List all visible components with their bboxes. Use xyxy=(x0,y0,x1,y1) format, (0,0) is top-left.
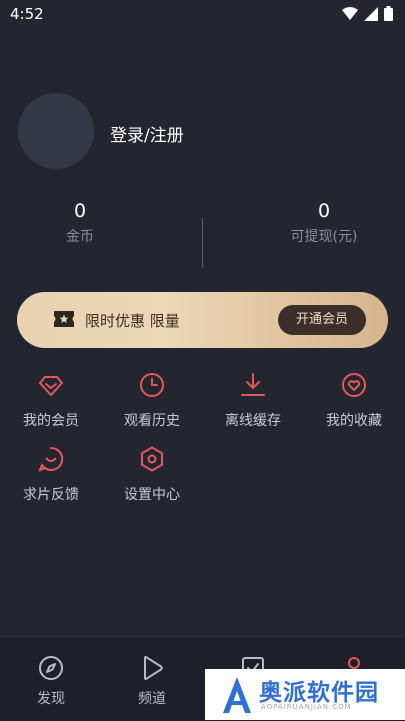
menu-label-request-feedback: 求片反馈 xyxy=(23,487,79,503)
battery-icon xyxy=(384,6,393,21)
play-icon xyxy=(144,656,163,680)
menu-label-my-vip: 我的会员 xyxy=(23,413,79,429)
coins-stat[interactable]: 0 金币 xyxy=(0,198,180,246)
tab-channels[interactable]: 频道 xyxy=(112,655,192,708)
settings-icon xyxy=(141,446,163,472)
menu-label-watch-history: 观看历史 xyxy=(124,413,180,429)
watermark-subtitle: AOPAIRUANJIAN.COM xyxy=(261,703,352,711)
coins-label: 金币 xyxy=(66,229,94,245)
menu-label-offline-cache: 离线缓存 xyxy=(225,413,281,429)
status-bar: 4:52 xyxy=(0,0,405,28)
cash-stat[interactable]: 0 可提现(元) xyxy=(224,198,405,246)
download-icon xyxy=(241,373,265,396)
watermark-logo-icon xyxy=(223,677,251,713)
cash-value: 0 xyxy=(317,200,331,222)
cash-label: 可提现(元) xyxy=(290,229,358,245)
tab-discover[interactable]: 发现 xyxy=(11,655,91,708)
stats-row: 0 金币 0 可提现(元) xyxy=(0,198,405,270)
menu-item-my-vip[interactable]: 我的会员 xyxy=(6,372,96,430)
wifi-icon xyxy=(342,6,358,20)
heart-icon xyxy=(342,373,366,397)
menu-item-watch-history[interactable]: 观看历史 xyxy=(107,372,197,430)
ticket-icon xyxy=(54,311,74,327)
avatar[interactable] xyxy=(18,93,94,169)
profile-section[interactable]: 登录/注册 xyxy=(18,93,388,169)
status-time: 4:52 xyxy=(10,5,44,23)
tab-label-channels: 频道 xyxy=(138,691,166,707)
menu-label-my-favorites: 我的收藏 xyxy=(326,413,382,429)
feedback-icon xyxy=(38,446,64,472)
stats-divider xyxy=(202,218,203,268)
signal-icon xyxy=(364,6,378,21)
tab-label-discover: 发现 xyxy=(37,691,65,707)
menu-item-my-favorites[interactable]: 我的收藏 xyxy=(309,372,399,430)
menu-item-settings[interactable]: 设置中心 xyxy=(107,446,197,504)
open-vip-button[interactable]: 开通会员 xyxy=(278,305,366,335)
diamond-icon xyxy=(39,376,63,396)
status-icons xyxy=(342,6,393,21)
compass-icon xyxy=(39,656,63,680)
vip-promo-banner[interactable]: 限时优惠 限量 开通会员 xyxy=(17,292,388,348)
menu-item-request-feedback[interactable]: 求片反馈 xyxy=(6,446,96,504)
coins-value: 0 xyxy=(73,200,87,222)
clock-icon xyxy=(140,373,164,397)
vip-promo-text: 限时优惠 限量 xyxy=(85,312,180,330)
login-register-link[interactable]: 登录/注册 xyxy=(110,121,184,146)
menu-item-offline-cache[interactable]: 离线缓存 xyxy=(208,372,298,430)
watermark: 奥派软件园 AOPAIRUANJIAN.COM xyxy=(205,669,405,720)
watermark-title: 奥派软件园 xyxy=(259,680,379,706)
menu-label-settings: 设置中心 xyxy=(124,487,180,503)
